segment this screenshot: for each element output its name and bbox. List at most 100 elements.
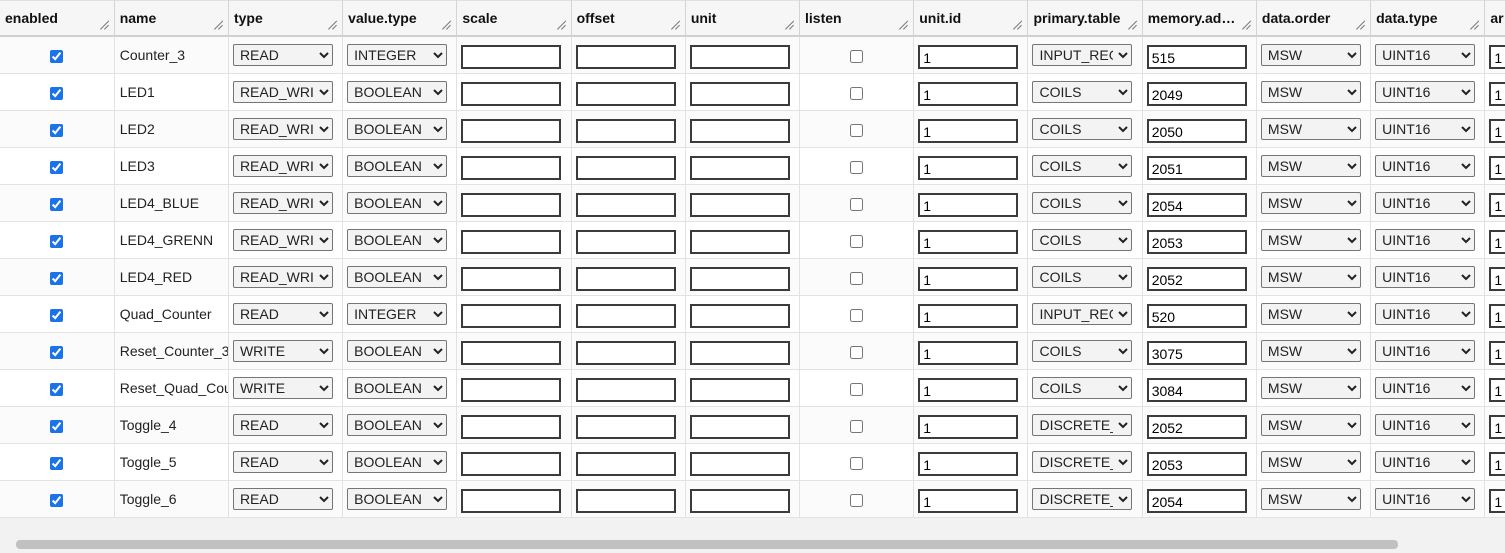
column-header-listen[interactable]: listen bbox=[799, 0, 915, 37]
memory-address-input[interactable] bbox=[1146, 452, 1247, 476]
column-header-enabled[interactable]: enabled bbox=[0, 0, 115, 37]
resize-grip-icon[interactable] bbox=[557, 20, 566, 29]
value-type-select[interactable]: INTEGER bbox=[347, 303, 448, 325]
memory-address-input[interactable] bbox=[1146, 378, 1247, 402]
ar-input[interactable] bbox=[1489, 489, 1505, 513]
ar-input[interactable] bbox=[1489, 45, 1505, 69]
unit-id-input[interactable] bbox=[918, 193, 1019, 217]
data-order-select[interactable]: MSW bbox=[1260, 155, 1361, 177]
offset-input[interactable] bbox=[575, 489, 676, 513]
listen-checkbox[interactable] bbox=[850, 160, 864, 174]
enabled-checkbox[interactable] bbox=[50, 160, 64, 174]
listen-checkbox[interactable] bbox=[850, 271, 864, 285]
unit-input[interactable] bbox=[689, 489, 790, 513]
ar-input[interactable] bbox=[1489, 341, 1505, 365]
primary-table-select[interactable]: COILS bbox=[1032, 266, 1133, 288]
unit-id-input[interactable] bbox=[918, 156, 1019, 180]
horizontal-scrollbar[interactable] bbox=[0, 536, 1505, 553]
unit-input[interactable] bbox=[689, 193, 790, 217]
data-order-select[interactable]: MSW bbox=[1260, 451, 1361, 473]
data-order-select[interactable]: MSW bbox=[1260, 340, 1361, 362]
memory-address-input[interactable] bbox=[1146, 267, 1247, 291]
listen-checkbox[interactable] bbox=[850, 345, 864, 359]
listen-checkbox[interactable] bbox=[850, 86, 864, 100]
resize-grip-icon[interactable] bbox=[1013, 20, 1022, 29]
column-header-primary-table[interactable]: primary.table bbox=[1027, 0, 1143, 37]
scale-input[interactable] bbox=[461, 193, 562, 217]
enabled-checkbox[interactable] bbox=[50, 123, 64, 137]
data-type-select[interactable]: UINT16 bbox=[1375, 488, 1476, 510]
primary-table-select[interactable]: DISCRETE_ bbox=[1032, 451, 1133, 473]
resize-grip-icon[interactable] bbox=[100, 20, 109, 29]
enabled-checkbox[interactable] bbox=[50, 308, 64, 322]
resize-grip-icon[interactable] bbox=[899, 20, 908, 29]
type-select[interactable]: READ bbox=[232, 44, 333, 66]
enabled-checkbox[interactable] bbox=[50, 382, 64, 396]
data-order-select[interactable]: MSW bbox=[1260, 229, 1361, 251]
data-type-select[interactable]: UINT16 bbox=[1375, 414, 1476, 436]
memory-address-input[interactable] bbox=[1146, 230, 1247, 254]
memory-address-input[interactable] bbox=[1146, 82, 1247, 106]
enabled-checkbox[interactable] bbox=[50, 197, 64, 211]
memory-address-input[interactable] bbox=[1146, 156, 1247, 180]
offset-input[interactable] bbox=[575, 230, 676, 254]
value-type-select[interactable]: BOOLEAN bbox=[347, 81, 448, 103]
unit-id-input[interactable] bbox=[918, 415, 1019, 439]
data-type-select[interactable]: UINT16 bbox=[1375, 229, 1476, 251]
unit-id-input[interactable] bbox=[918, 341, 1019, 365]
scale-input[interactable] bbox=[461, 267, 562, 291]
ar-input[interactable] bbox=[1489, 119, 1505, 143]
data-order-select[interactable]: MSW bbox=[1260, 44, 1361, 66]
ar-input[interactable] bbox=[1489, 267, 1505, 291]
listen-checkbox[interactable] bbox=[850, 493, 864, 507]
ar-input[interactable] bbox=[1489, 415, 1505, 439]
listen-checkbox[interactable] bbox=[850, 456, 864, 470]
unit-input[interactable] bbox=[689, 45, 790, 69]
value-type-select[interactable]: BOOLEAN bbox=[347, 340, 448, 362]
value-type-select[interactable]: BOOLEAN bbox=[347, 192, 448, 214]
offset-input[interactable] bbox=[575, 341, 676, 365]
type-select[interactable]: WRITE bbox=[232, 377, 333, 399]
scale-input[interactable] bbox=[461, 415, 562, 439]
column-header-data-order[interactable]: data.order bbox=[1256, 0, 1372, 37]
type-select[interactable]: READ_WRIT bbox=[232, 118, 333, 140]
type-select[interactable]: READ_WRIT bbox=[232, 192, 333, 214]
enabled-checkbox[interactable] bbox=[50, 86, 64, 100]
enabled-checkbox[interactable] bbox=[50, 345, 64, 359]
data-order-select[interactable]: MSW bbox=[1260, 81, 1361, 103]
resize-grip-icon[interactable] bbox=[442, 20, 451, 29]
scale-input[interactable] bbox=[461, 156, 562, 180]
value-type-select[interactable]: BOOLEAN bbox=[347, 377, 448, 399]
data-type-select[interactable]: UINT16 bbox=[1375, 155, 1476, 177]
column-header-type[interactable]: type bbox=[228, 0, 344, 37]
value-type-select[interactable]: BOOLEAN bbox=[347, 229, 448, 251]
unit-id-input[interactable] bbox=[918, 378, 1019, 402]
resize-grip-icon[interactable] bbox=[1128, 20, 1137, 29]
memory-address-input[interactable] bbox=[1146, 119, 1247, 143]
ar-input[interactable] bbox=[1489, 193, 1505, 217]
listen-checkbox[interactable] bbox=[850, 419, 864, 433]
primary-table-select[interactable]: INPUT_REG bbox=[1032, 44, 1133, 66]
unit-input[interactable] bbox=[689, 119, 790, 143]
ar-input[interactable] bbox=[1489, 230, 1505, 254]
value-type-select[interactable]: BOOLEAN bbox=[347, 414, 448, 436]
unit-input[interactable] bbox=[689, 378, 790, 402]
offset-input[interactable] bbox=[575, 415, 676, 439]
enabled-checkbox[interactable] bbox=[50, 271, 64, 285]
unit-id-input[interactable] bbox=[918, 489, 1019, 513]
enabled-checkbox[interactable] bbox=[50, 419, 64, 433]
primary-table-select[interactable]: INPUT_REG bbox=[1032, 303, 1133, 325]
listen-checkbox[interactable] bbox=[850, 123, 864, 137]
scale-input[interactable] bbox=[461, 341, 562, 365]
unit-id-input[interactable] bbox=[918, 119, 1019, 143]
unit-input[interactable] bbox=[689, 341, 790, 365]
column-header-unit-id[interactable]: unit.id bbox=[913, 0, 1029, 37]
listen-checkbox[interactable] bbox=[850, 382, 864, 396]
value-type-select[interactable]: BOOLEAN bbox=[347, 451, 448, 473]
unit-id-input[interactable] bbox=[918, 230, 1019, 254]
data-type-select[interactable]: UINT16 bbox=[1375, 377, 1476, 399]
type-select[interactable]: READ bbox=[232, 303, 333, 325]
type-select[interactable]: READ_WRIT bbox=[232, 81, 333, 103]
type-select[interactable]: WRITE bbox=[232, 340, 333, 362]
resize-grip-icon[interactable] bbox=[785, 20, 794, 29]
